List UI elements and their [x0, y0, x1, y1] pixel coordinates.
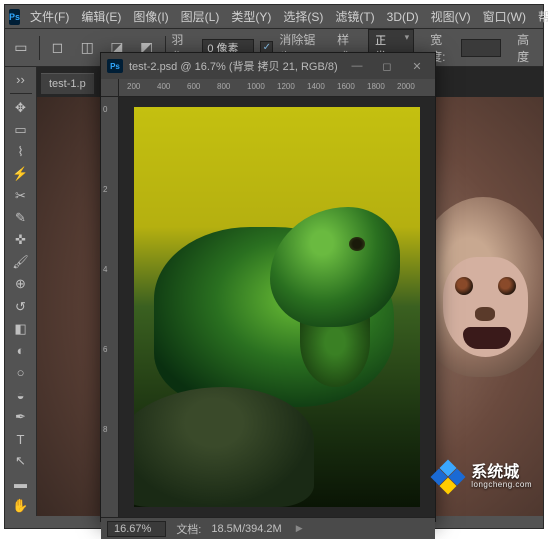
floating-document-window[interactable]: Ps test-2.psd @ 16.7% (背景 拷贝 21, RGB/8) … — [100, 52, 436, 522]
ruler-tick: 6 — [103, 345, 107, 354]
ruler-tick: 1200 — [277, 82, 295, 91]
menu-select[interactable]: 选择(S) — [277, 8, 329, 25]
width-input[interactable] — [461, 39, 501, 57]
document-status-bar: 16.67% 文档: 18.5M/394.2M ▶ — [101, 517, 435, 539]
blur-tool[interactable]: ○ — [8, 362, 34, 383]
gradient-tool[interactable]: ◐ — [8, 340, 34, 361]
float-window-titlebar[interactable]: Ps test-2.psd @ 16.7% (背景 拷贝 21, RGB/8) … — [101, 53, 435, 79]
clone-stamp-tool[interactable]: ⊕ — [8, 274, 34, 295]
menu-layer[interactable]: 图层(L) — [175, 8, 226, 25]
ruler-tick: 1400 — [307, 82, 325, 91]
type-tool[interactable]: T — [8, 429, 34, 450]
zoom-level-input[interactable]: 16.67% — [107, 521, 166, 537]
close-button[interactable]: ✕ — [405, 57, 429, 75]
ruler-tick: 200 — [127, 82, 140, 91]
menu-view[interactable]: 视图(V) — [425, 8, 477, 25]
float-window-title: test-2.psd @ 16.7% (背景 拷贝 21, RGB/8) — [129, 58, 339, 74]
iguana-image-content — [134, 107, 420, 507]
lasso-tool[interactable]: ⌇ — [8, 141, 34, 162]
healing-brush-tool[interactable]: ✜ — [8, 230, 34, 251]
menu-edit[interactable]: 编辑(E) — [75, 8, 127, 25]
selection-add-icon[interactable]: ◫ — [75, 35, 99, 61]
minimize-button[interactable]: — — [345, 57, 369, 75]
path-select-tool[interactable]: ↖ — [8, 451, 34, 472]
collapse-arrows-icon[interactable]: ›› — [8, 69, 34, 90]
hand-tool[interactable]: ✋ — [8, 495, 34, 516]
ruler-tick: 800 — [217, 82, 230, 91]
ruler-corner — [101, 79, 119, 97]
history-brush-tool[interactable]: ↺ — [8, 296, 34, 317]
menu-help[interactable]: 帮助(H) — [532, 8, 548, 25]
ruler-tick: 1800 — [367, 82, 385, 91]
zoom-value: 16.67% — [114, 523, 151, 535]
doc-info-label: 文档: — [176, 521, 201, 537]
ruler-tick: 0 — [103, 105, 107, 114]
ruler-tick: 4 — [103, 265, 107, 274]
menu-window[interactable]: 窗口(W) — [477, 8, 532, 25]
menu-bar: Ps 文件(F) 编辑(E) 图像(I) 图层(L) 类型(Y) 选择(S) 滤… — [5, 5, 543, 29]
menu-file[interactable]: 文件(F) — [24, 8, 75, 25]
eraser-tool[interactable]: ◧ — [8, 318, 34, 339]
document-tab-1[interactable]: test-1.p — [41, 73, 94, 94]
menu-type[interactable]: 类型(Y) — [225, 8, 277, 25]
ruler-tick: 2000 — [397, 82, 415, 91]
pen-tool[interactable]: ✒ — [8, 407, 34, 428]
ruler-tick: 1600 — [337, 82, 355, 91]
horizontal-ruler[interactable]: 200 400 600 800 1000 1200 1400 1600 1800… — [119, 79, 435, 97]
selection-new-icon[interactable]: ◻ — [46, 35, 70, 61]
height-label: 高度 — [517, 31, 539, 65]
vertical-ruler[interactable]: 0 2 4 6 8 — [101, 97, 119, 517]
shape-tool[interactable]: ▬ — [8, 473, 34, 494]
quick-select-tool[interactable]: ⚡ — [8, 163, 34, 184]
menu-image[interactable]: 图像(I) — [127, 8, 174, 25]
ruler-tick: 8 — [103, 425, 107, 434]
menu-3d[interactable]: 3D(D) — [381, 10, 425, 24]
ruler-tick: 2 — [103, 185, 107, 194]
ruler-tick: 1000 — [247, 82, 265, 91]
move-tool[interactable]: ✥ — [8, 97, 34, 118]
ruler-tick: 400 — [157, 82, 170, 91]
document-canvas[interactable] — [119, 97, 435, 517]
tool-panel: ›› ✥ ▭ ⌇ ⚡ ✂ ✎ ✜ 🖌 ⊕ ↺ ◧ ◐ ○ ◒ ✒ T ↖ ▬ ✋ — [5, 67, 37, 516]
ruler-tick: 600 — [187, 82, 200, 91]
maximize-button[interactable]: ◻ — [375, 57, 399, 75]
marquee-tool[interactable]: ▭ — [8, 119, 34, 140]
ps-mini-icon: Ps — [107, 59, 123, 73]
tool-preset-icon[interactable]: ▭ — [9, 35, 33, 61]
crop-tool[interactable]: ✂ — [8, 186, 34, 207]
dodge-tool[interactable]: ◒ — [8, 384, 34, 405]
doc-size-value: 18.5M/394.2M — [211, 523, 281, 535]
eyedropper-tool[interactable]: ✎ — [8, 208, 34, 229]
doc-info-arrow-icon[interactable]: ▶ — [296, 523, 303, 534]
brush-tool[interactable]: 🖌 — [8, 252, 34, 273]
app-logo: Ps — [9, 9, 20, 25]
menu-filter[interactable]: 滤镜(T) — [329, 8, 380, 25]
